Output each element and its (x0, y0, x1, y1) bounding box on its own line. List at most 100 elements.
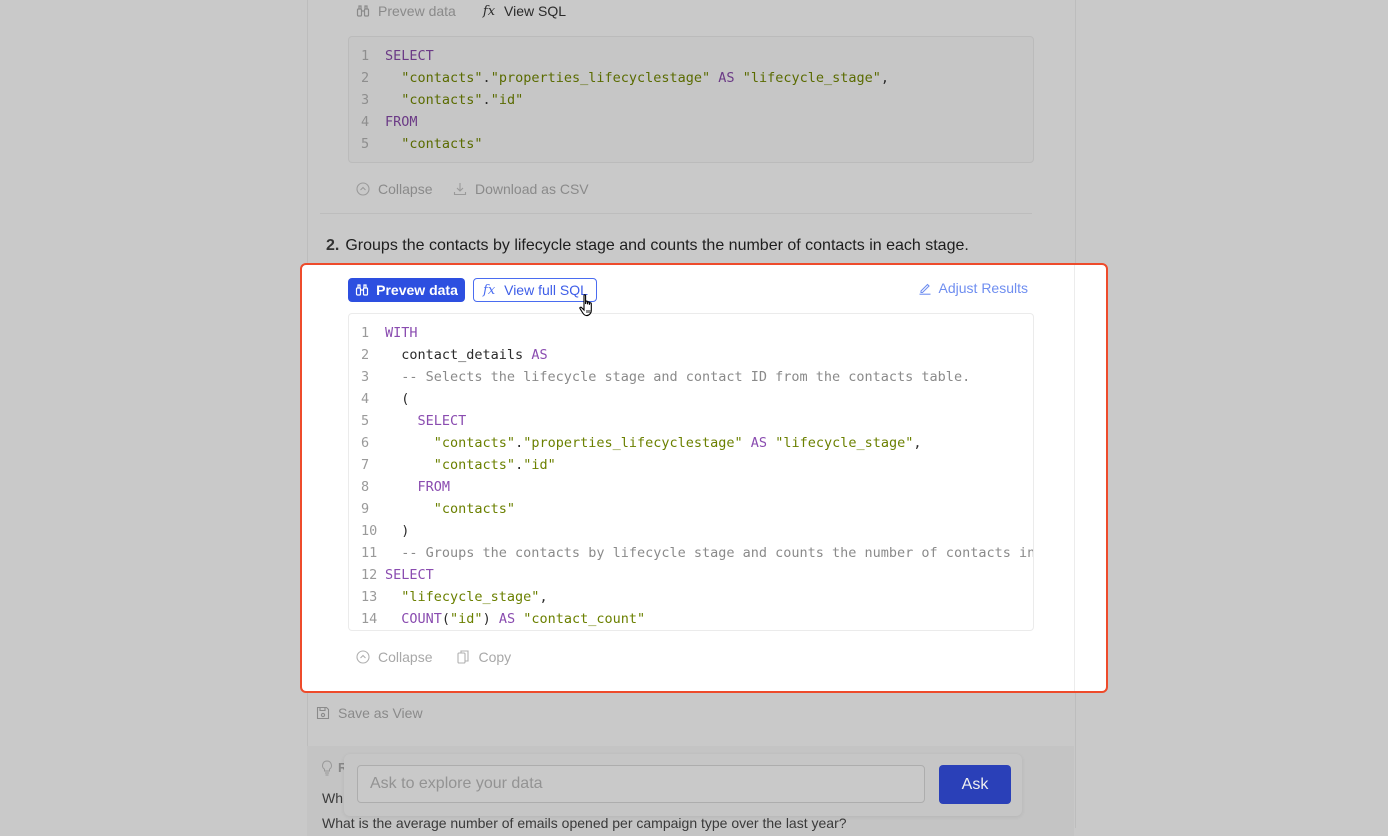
line-number: 9 (361, 501, 370, 517)
code-token: "id" (523, 457, 556, 473)
code-token: AS (750, 435, 768, 451)
save-as-view-label: Save as View (338, 705, 423, 721)
line-number: 2 (361, 70, 370, 86)
line-number: 5 (361, 136, 370, 152)
column-edge (1074, 265, 1075, 691)
preview-data-label: Prevew data (376, 282, 458, 298)
line-number: 4 (361, 391, 370, 407)
view-sql-button-step1[interactable]: fx View SQL (482, 3, 566, 19)
code-token: ) (482, 611, 499, 627)
line-number: 12 (361, 567, 378, 583)
code-token: "contacts" (401, 70, 483, 86)
code-line: 5 SELECT (349, 410, 1033, 432)
recommended-question[interactable]: Wh (322, 790, 343, 806)
code-line: 1 WITH (349, 322, 1033, 344)
code-token: SELECT (385, 48, 434, 64)
adjust-results-button[interactable]: Adjust Results (918, 280, 1028, 296)
adjust-results-label: Adjust Results (938, 280, 1028, 296)
code-line: 2 contact_details AS (349, 344, 1033, 366)
code-token: "contacts" (433, 501, 516, 517)
line-number: 1 (361, 48, 370, 64)
copy-label: Copy (478, 649, 512, 665)
view-full-sql-label: View full SQL (504, 282, 588, 298)
line-number: 6 (361, 435, 370, 451)
preview-data-button[interactable]: Prevew data (348, 278, 465, 302)
step-text: Groups the contacts by lifecycle stage a… (345, 237, 969, 254)
code-token: "contacts" (433, 435, 516, 451)
ask-bar: Ask to explore your data Ask (344, 754, 1022, 816)
line-number: 1 (361, 325, 370, 341)
recommended-question[interactable]: What is the average number of emails ope… (322, 815, 847, 831)
step-number: 2. (326, 237, 340, 254)
code-token: SELECT (385, 567, 434, 583)
code-token: COUNT (401, 611, 442, 627)
save-icon (316, 706, 330, 720)
download-csv-button[interactable]: Download as CSV (453, 181, 589, 197)
code-line: 8 FROM (349, 476, 1033, 498)
step-2-sql-panel: Prevew data fx View full SQL Adjust Resu… (300, 263, 1108, 693)
line-number: 10 (361, 523, 378, 539)
line-number: 3 (361, 92, 370, 108)
preview-data-button-step1[interactable]: Prevew data (356, 3, 456, 19)
code-token: SELECT (417, 413, 467, 429)
code-line: 10 ) (349, 520, 1033, 542)
step-2-description: 2. Groups the contacts by lifecycle stage… (326, 237, 969, 255)
sql-code-block[interactable]: 1 WITH 2 contact_details AS 3 -- Selects th… (348, 313, 1034, 631)
code-token: "contacts" (433, 457, 516, 473)
chevron-up-circle-icon (356, 182, 370, 196)
code-token: . (515, 457, 524, 473)
code-line: 3 "contacts"."id" (349, 89, 1033, 111)
code-line: 11 -- Groups the contacts by lifecycle s… (349, 542, 1033, 564)
code-line: 6 "contacts"."properties_lifecyclestage"… (349, 432, 1033, 454)
line-number: 14 (361, 611, 378, 627)
code-token: "id" (450, 611, 483, 627)
code-token: "id" (490, 92, 524, 108)
code-token: "properties_lifecyclestage" (523, 435, 743, 451)
save-as-view-button[interactable]: Save as View (316, 705, 423, 721)
code-token: , (913, 435, 922, 451)
line-number: 2 (361, 347, 370, 363)
collapse-label: Collapse (378, 181, 433, 197)
binoculars-icon (356, 4, 370, 18)
view-sql-label: View SQL (504, 3, 566, 19)
code-token: -- Groups the contacts by lifecycle stag… (401, 545, 1034, 561)
collapse-button[interactable]: Collapse (356, 649, 432, 665)
code-token: ) (385, 523, 410, 539)
code-token: AS (531, 347, 548, 363)
line-number: 4 (361, 114, 370, 130)
line-number: 3 (361, 369, 370, 385)
line-number: 7 (361, 457, 370, 473)
ask-button[interactable]: Ask (939, 765, 1011, 804)
code-token: "contacts" (401, 92, 483, 108)
preview-data-label: Prevew data (378, 3, 456, 19)
collapse-label: Collapse (378, 649, 433, 665)
code-line: 1 SELECT (349, 45, 1033, 67)
code-token: "lifecycle_stage" (742, 70, 881, 86)
code-line: 13 "lifecycle_stage", (349, 586, 1033, 608)
code-line: 5 "contacts" (349, 133, 1033, 155)
sql-code-block-step1: 1 SELECT 2 "contacts"."properties_lifecycl… (348, 36, 1034, 163)
ask-input[interactable]: Ask to explore your data (357, 765, 925, 803)
code-line: 9 "contacts" (349, 498, 1033, 520)
collapse-button-step1[interactable]: Collapse (356, 181, 432, 197)
code-line: 4 ( (349, 388, 1033, 410)
function-icon: fx (482, 3, 496, 19)
code-token: "properties_lifecyclestage" (490, 70, 711, 86)
code-token: . (482, 70, 491, 86)
copy-icon (456, 650, 470, 664)
copy-button[interactable]: Copy (456, 649, 511, 665)
code-token: ( (441, 611, 451, 627)
